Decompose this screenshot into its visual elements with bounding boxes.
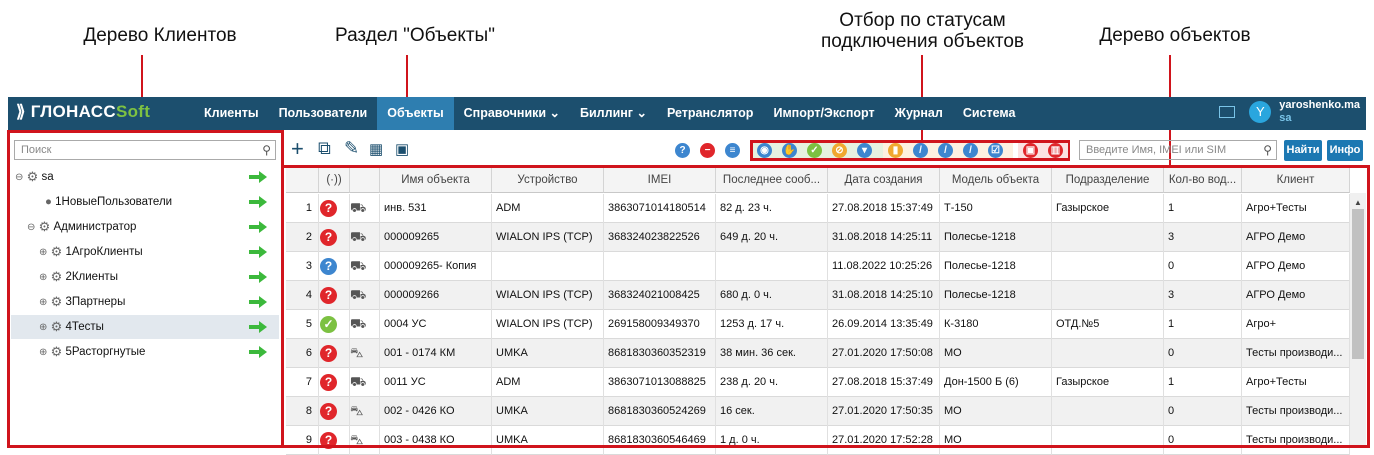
nav-objects[interactable]: Объекты <box>377 97 454 130</box>
search-icon[interactable]: ⚲ <box>1263 143 1272 157</box>
copy-icon[interactable]: ⧉ <box>318 138 331 159</box>
annotation-tree-objects: Дерево объектов <box>1099 25 1251 46</box>
cart-status-icon[interactable]: ▾ <box>857 143 872 158</box>
trash-status-icon[interactable]: ▥ <box>1048 143 1063 158</box>
annotation-frame-object-tree <box>281 165 1370 448</box>
top-nav-bar: ⟫ ГЛОНАССSoft Клиенты Пользователи Объек… <box>8 97 1366 130</box>
group-icon[interactable]: ▦ <box>369 140 383 158</box>
annotation-tree-clients: Дерево Клиентов <box>83 25 237 46</box>
annotation-status-filter-2: подключения объектов <box>820 31 1025 52</box>
mail-icon[interactable] <box>1219 106 1236 118</box>
view-status-icon[interactable]: ◉ <box>757 143 772 158</box>
archive-status-icon[interactable]: ≡ <box>725 143 740 158</box>
annotation-frame-client-tree <box>7 130 284 448</box>
nav-billing[interactable]: Биллинг ⌄ <box>570 97 657 130</box>
nav-references[interactable]: Справочники ⌄ <box>454 97 570 130</box>
user-area: Y yaroshenko.ma sa <box>1219 99 1360 125</box>
disabled-status-icon[interactable]: ⊘ <box>832 143 847 158</box>
logo-icon: ⟫ <box>16 102 31 121</box>
logo-soft: Soft <box>115 102 151 121</box>
nav-clients[interactable]: Клиенты <box>194 97 269 130</box>
nav-system[interactable]: Система <box>953 97 1026 130</box>
object-search-placeholder: Введите Имя, IMEI или SIM <box>1086 144 1227 156</box>
annotation-line <box>406 55 408 100</box>
user-name[interactable]: yaroshenko.ma <box>1279 99 1360 112</box>
blocked-status-icon[interactable]: − <box>700 143 715 158</box>
console-icon[interactable]: ▣ <box>395 140 409 158</box>
check-status-icon[interactable]: ✓ <box>807 143 822 158</box>
avatar[interactable]: Y <box>1249 101 1272 123</box>
checklist-status-icon[interactable]: ☑ <box>988 143 1003 158</box>
edit-icon[interactable]: ✎ <box>344 138 359 159</box>
hand-status-icon[interactable]: ✋ <box>782 143 797 158</box>
main-nav: Клиенты Пользователи Объекты Справочники… <box>194 97 1025 130</box>
annotation-section-objects: Раздел "Объекты" <box>335 25 495 46</box>
find-button[interactable]: Найти <box>1284 140 1322 161</box>
nav-journal[interactable]: Журнал <box>885 97 953 130</box>
nav-users[interactable]: Пользователи <box>269 97 378 130</box>
tool2-status-icon[interactable]: / <box>938 143 953 158</box>
info-button[interactable]: Инфо <box>1327 140 1363 161</box>
nav-import-export[interactable]: Импорт/Экспорт <box>763 97 884 130</box>
user-role: sa <box>1279 112 1292 124</box>
add-icon[interactable]: + <box>291 136 304 162</box>
tool-status-icon[interactable]: / <box>913 143 928 158</box>
logo[interactable]: ⟫ ГЛОНАССSoft <box>16 102 150 122</box>
nav-retranslator[interactable]: Ретранслятор <box>657 97 764 130</box>
object-search-input[interactable]: Введите Имя, IMEI или SIM ⚲ <box>1079 140 1277 160</box>
help-status-icon[interactable]: ? <box>675 143 690 158</box>
lock-status-icon[interactable]: ▣ <box>1023 143 1038 158</box>
chart-status-icon[interactable]: ▮ <box>888 143 903 158</box>
logo-main: ГЛОНАСС <box>30 102 116 121</box>
wrench-status-icon[interactable]: / <box>963 143 978 158</box>
